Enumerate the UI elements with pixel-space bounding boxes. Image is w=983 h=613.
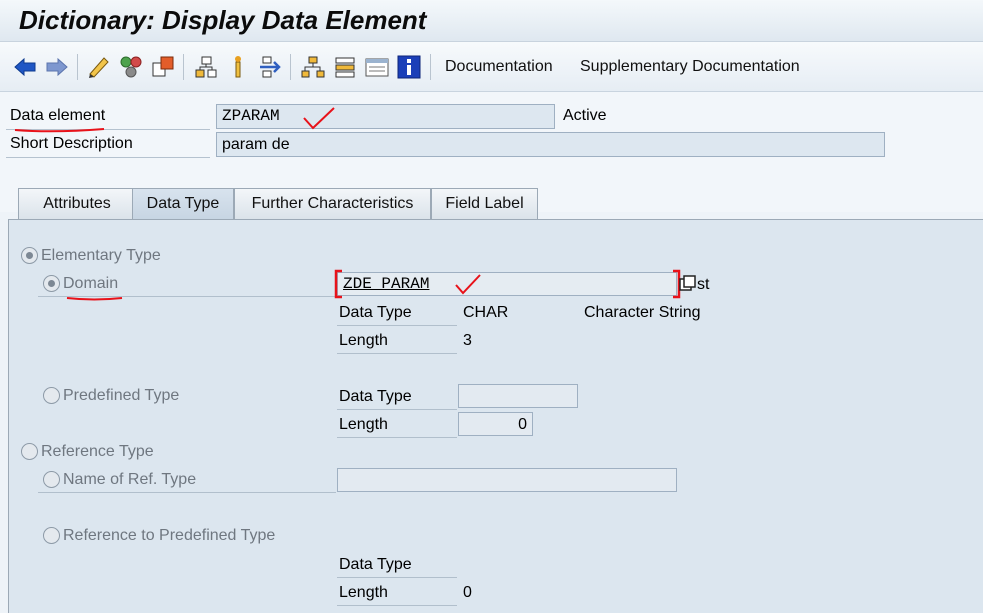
label-underline	[337, 437, 457, 438]
red-underline-annotation	[66, 297, 123, 301]
name-of-ref-type-label: Name of Ref. Type	[63, 471, 197, 488]
list-icon[interactable]	[364, 54, 390, 80]
toolbar-separator	[183, 54, 184, 80]
label-underline	[337, 325, 457, 326]
domain-label: Domain	[63, 275, 119, 292]
other-object-icon[interactable]	[118, 54, 144, 80]
data-element-label: Data element	[10, 107, 106, 124]
reference-to-predefined-label: Reference to Predefined Type	[63, 527, 276, 544]
tab-data-type[interactable]: Data Type	[132, 188, 234, 221]
ref-row-underline	[38, 492, 336, 493]
data-type-description: Character String	[584, 304, 701, 321]
reference-type-label: Reference Type	[41, 443, 154, 460]
status-text: Active	[563, 107, 607, 124]
toolbar-separator	[77, 54, 78, 80]
label-underline	[337, 577, 457, 578]
tab-field-label[interactable]: Field Label	[431, 188, 538, 219]
red-bracket-annotation	[334, 269, 342, 299]
predefined-data-type-label: Data Type	[339, 388, 412, 405]
where-used-icon[interactable]	[225, 54, 251, 80]
hierarchy-icon[interactable]	[300, 54, 326, 80]
ref-data-type-label: Data Type	[339, 556, 412, 573]
hierarchy-up-icon[interactable]	[193, 54, 219, 80]
predefined-type-label: Predefined Type	[63, 387, 180, 404]
predefined-type-radio[interactable]	[43, 387, 60, 404]
domain-radio[interactable]	[43, 275, 60, 292]
display-change-icon[interactable]	[150, 54, 176, 80]
documentation-button[interactable]: Documentation	[445, 58, 553, 76]
name-of-ref-type-field[interactable]	[337, 468, 677, 492]
red-checkmark-annotation	[455, 274, 481, 295]
predefined-length-label: Length	[339, 416, 388, 433]
reference-to-predefined-radio[interactable]	[43, 527, 60, 544]
length-label: Length	[339, 332, 388, 349]
back-arrow-icon[interactable]	[12, 54, 38, 80]
window-title: Dictionary: Display Data Element	[19, 5, 427, 35]
toolbar-separator	[430, 54, 431, 80]
navigate-icon[interactable]	[257, 54, 283, 80]
supplementary-documentation-button[interactable]: Supplementary Documentation	[580, 58, 800, 76]
label-underline	[337, 605, 457, 606]
reference-type-radio[interactable]	[21, 443, 38, 460]
predefined-length-field[interactable]: 0	[458, 412, 533, 436]
name-of-ref-type-radio[interactable]	[43, 471, 60, 488]
red-underline-annotation	[14, 128, 105, 133]
data-type-label: Data Type	[339, 304, 412, 321]
value-help-icon[interactable]	[679, 275, 697, 293]
domain-field[interactable]: ZDE PARAM	[337, 272, 677, 296]
edit-pencil-icon[interactable]	[86, 54, 112, 80]
toolbar-separator	[290, 54, 291, 80]
info-icon[interactable]	[396, 54, 422, 80]
data-type-value: CHAR	[463, 304, 509, 321]
domain-value: ZDE PARAM	[343, 275, 430, 293]
ref-length-value: 0	[463, 584, 472, 601]
tab-attributes[interactable]: Attributes	[18, 188, 136, 219]
tab-further-characteristics[interactable]: Further Characteristics	[234, 188, 431, 219]
forward-arrow-icon[interactable]	[44, 54, 70, 80]
domain-trailing-text: st	[697, 276, 710, 293]
short-description-field[interactable]: param de	[216, 132, 885, 157]
label-underline	[337, 353, 457, 354]
length-value: 3	[463, 332, 472, 349]
tab-strip: Attributes Data Type Further Characteris…	[8, 188, 983, 221]
data-element-field[interactable]: ZPARAM	[216, 104, 555, 129]
red-checkmark-annotation	[303, 107, 335, 130]
short-description-label: Short Description	[10, 135, 133, 152]
title-bar: Dictionary: Display Data Element	[0, 0, 983, 42]
label-underline	[337, 409, 457, 410]
elementary-type-label: Elementary Type	[41, 247, 161, 264]
predefined-data-type-field[interactable]	[458, 384, 578, 408]
application-toolbar: Documentation Supplementary Documentatio…	[0, 42, 983, 92]
elementary-type-radio[interactable]	[21, 247, 38, 264]
stack-icon[interactable]	[332, 54, 358, 80]
ref-length-label: Length	[339, 584, 388, 601]
